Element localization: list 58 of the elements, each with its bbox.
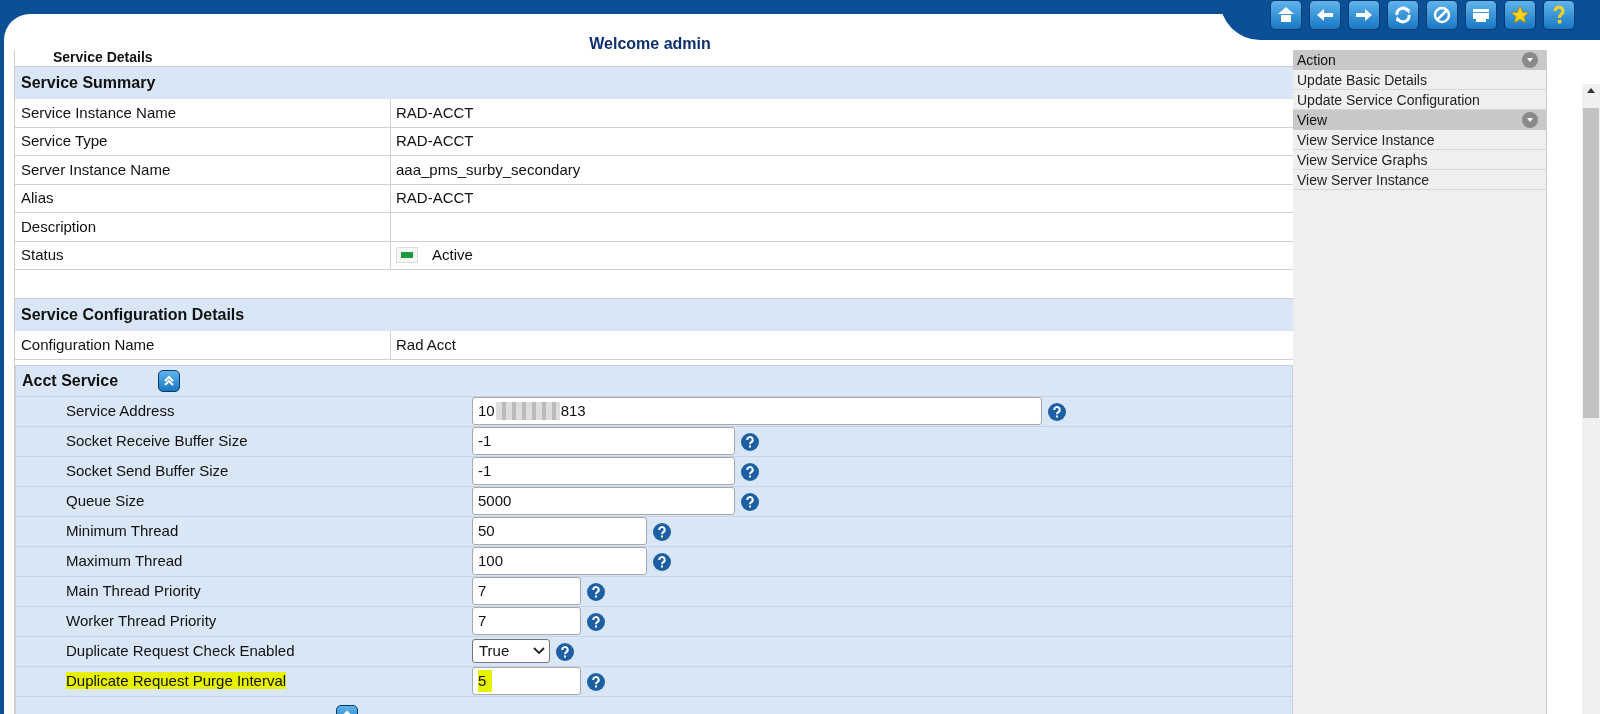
star-icon bbox=[1508, 3, 1532, 27]
home-button[interactable] bbox=[1270, 0, 1302, 30]
scrollbar-thumb[interactable] bbox=[1583, 108, 1599, 418]
input-field[interactable]: -1 bbox=[472, 427, 735, 455]
input-field[interactable]: 10 813 bbox=[472, 397, 1042, 425]
field-label: Duplicate Request Purge Interval bbox=[66, 671, 287, 689]
row-label: Description bbox=[15, 213, 391, 241]
row-label: Status bbox=[15, 241, 391, 269]
input-field[interactable]: 5 bbox=[472, 667, 581, 695]
row-value: Rad Acct bbox=[396, 334, 457, 355]
dropdown[interactable]: True bbox=[472, 639, 550, 663]
page-title: Service Details bbox=[52, 50, 154, 66]
row-value: aaa_pms_surby_secondary bbox=[396, 159, 581, 180]
field-label: Worker Thread Priority bbox=[66, 611, 217, 629]
section-heading: Service Summary bbox=[15, 66, 1293, 99]
row-label: Service Type bbox=[15, 127, 391, 155]
forward-arrow-button[interactable] bbox=[1348, 0, 1380, 30]
row-value: RAD-ACCT bbox=[396, 131, 474, 151]
field-label: Maximum Thread bbox=[66, 551, 183, 569]
printer-button[interactable] bbox=[1465, 0, 1497, 30]
menu-link[interactable]: View Service Instance bbox=[1293, 130, 1546, 150]
input-field[interactable]: 100 bbox=[472, 547, 647, 575]
caret-icon bbox=[533, 647, 545, 655]
menu-heading: Action bbox=[1297, 50, 1336, 70]
section-heading: Acct Service bbox=[22, 370, 119, 391]
field-label: Minimum Thread bbox=[66, 521, 179, 539]
collapse-button[interactable] bbox=[158, 369, 181, 392]
section-heading: Service Configuration Details bbox=[15, 298, 1293, 331]
menu-link[interactable]: Update Basic Details bbox=[1293, 70, 1546, 90]
menu-link[interactable]: View Server Instance bbox=[1293, 170, 1546, 190]
row-label: Alias bbox=[15, 184, 391, 212]
field-label: Queue Size bbox=[66, 491, 145, 509]
field-label: Socket Receive Buffer Size bbox=[66, 431, 248, 449]
menu-link[interactable]: View Service Graphs bbox=[1293, 150, 1546, 170]
field-label: Socket Send Buffer Size bbox=[66, 461, 229, 479]
row-label: Service Instance Name bbox=[15, 99, 391, 127]
input-field[interactable]: 7 bbox=[472, 607, 581, 635]
input-field[interactable]: -1 bbox=[472, 457, 735, 485]
welcome-text: Welcome admin bbox=[588, 34, 712, 54]
field-label: Main Thread Priority bbox=[66, 581, 201, 599]
field-label: Service Address bbox=[66, 401, 175, 419]
menu-heading: View bbox=[1297, 110, 1328, 130]
star-button[interactable] bbox=[1504, 0, 1536, 30]
expand-icon[interactable] bbox=[1522, 112, 1538, 128]
expand-icon[interactable] bbox=[1522, 52, 1538, 68]
input-field[interactable]: 7 bbox=[472, 577, 581, 605]
row-label: Configuration Name bbox=[15, 331, 391, 359]
row-label: Server Instance Name bbox=[15, 156, 391, 184]
row-value: Active bbox=[432, 245, 473, 265]
field-label: Duplicate Request Check Enabled bbox=[66, 641, 295, 659]
help-button[interactable] bbox=[1543, 0, 1575, 30]
input-field[interactable]: 50 bbox=[472, 517, 647, 545]
row-value: RAD-ACCT bbox=[396, 102, 474, 123]
input-field[interactable]: 5000 bbox=[472, 487, 735, 515]
cancel-button[interactable] bbox=[1426, 0, 1458, 30]
row-value: RAD-ACCT bbox=[396, 188, 474, 208]
refresh-button[interactable] bbox=[1387, 0, 1419, 30]
back-arrow-button[interactable] bbox=[1309, 0, 1341, 30]
